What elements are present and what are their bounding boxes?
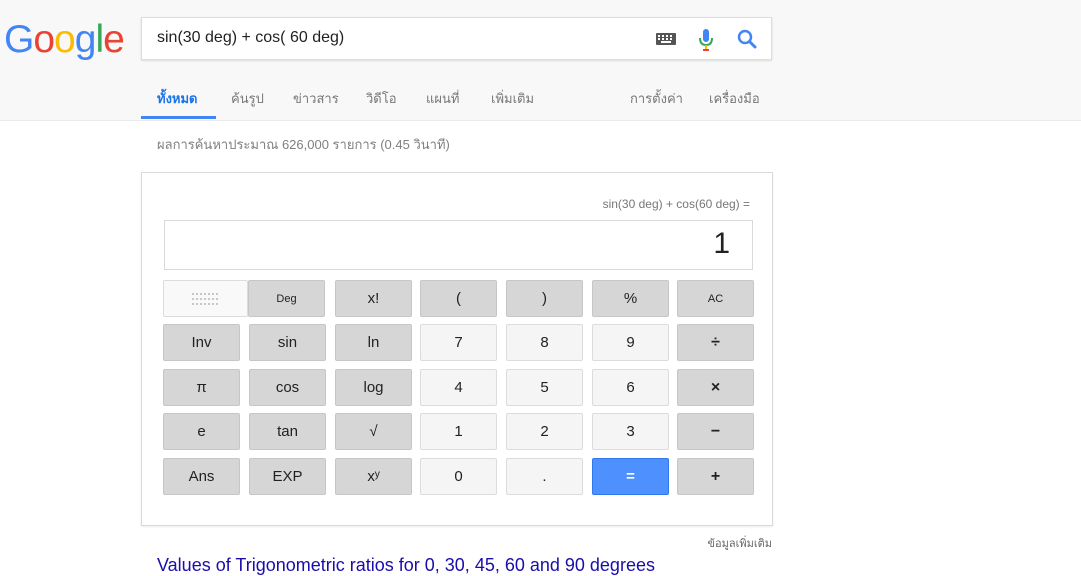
tab-videos[interactable]: วิดีโอ <box>366 88 397 109</box>
add-button[interactable]: + <box>677 458 754 495</box>
deg-button[interactable]: Deg <box>248 280 325 317</box>
inv-button[interactable]: Inv <box>163 324 240 361</box>
microphone-icon[interactable] <box>698 28 714 52</box>
tan-button[interactable]: tan <box>249 413 326 450</box>
logo-letter: G <box>4 18 34 61</box>
search-tabs: ทั้งหมด ค้นรูป ข่าวสาร วิดีโอ แผนที่ เพิ… <box>0 80 1081 120</box>
subtract-button[interactable]: − <box>677 413 754 450</box>
header-bar: Google ทั้งหมด ค้นรูป ข่าวสาร วิดีโอ แผน… <box>0 0 1081 121</box>
tab-settings[interactable]: การตั้งค่า <box>630 88 683 109</box>
exp-button[interactable]: EXP <box>249 458 326 495</box>
calculator-card: sin(30 deg) + cos(60 deg) = 1 Deg x! ( )… <box>141 172 773 526</box>
google-logo[interactable]: Google <box>4 18 125 62</box>
factorial-button[interactable]: x! <box>335 280 412 317</box>
tab-images[interactable]: ค้นรูป <box>231 88 264 109</box>
multiply-button[interactable]: × <box>677 369 754 406</box>
result-stats: ผลการค้นหาประมาณ 626,000 รายการ (0.45 วิ… <box>157 137 450 152</box>
decimal-button[interactable]: . <box>506 458 583 495</box>
keyboard-icon[interactable] <box>656 33 676 45</box>
sqrt-button[interactable]: √ <box>335 413 412 450</box>
active-tab-indicator <box>141 116 216 119</box>
logo-letter: l <box>95 18 104 61</box>
rad-dots-icon <box>191 292 218 305</box>
logo-letter: e <box>103 18 125 61</box>
logo-letter: o <box>33 18 55 61</box>
digit-3-button[interactable]: 3 <box>592 413 669 450</box>
log-button[interactable]: log <box>335 369 412 406</box>
divide-button[interactable]: ÷ <box>677 324 754 361</box>
tab-more[interactable]: เพิ่มเติม <box>491 88 534 109</box>
digit-2-button[interactable]: 2 <box>506 413 583 450</box>
tab-tools[interactable]: เครื่องมือ <box>709 88 760 109</box>
digit-6-button[interactable]: 6 <box>592 369 669 406</box>
digit-5-button[interactable]: 5 <box>506 369 583 406</box>
logo-letter: g <box>74 18 97 61</box>
digit-1-button[interactable]: 1 <box>420 413 497 450</box>
ln-button[interactable]: ln <box>335 324 412 361</box>
logo-letter: o <box>54 18 76 61</box>
tab-news[interactable]: ข่าวสาร <box>293 88 339 109</box>
calculator-display: 1 <box>164 220 753 270</box>
clear-button[interactable]: AC <box>677 280 754 317</box>
digit-8-button[interactable]: 8 <box>506 324 583 361</box>
search-box[interactable] <box>141 17 772 60</box>
e-button[interactable]: e <box>163 413 240 450</box>
rad-button[interactable] <box>163 280 248 317</box>
search-result-link[interactable]: Values of Trigonometric ratios for 0, 30… <box>157 555 655 576</box>
digit-0-button[interactable]: 0 <box>420 458 497 495</box>
search-input[interactable] <box>157 29 637 47</box>
tab-maps[interactable]: แผนที่ <box>426 88 459 109</box>
digit-9-button[interactable]: 9 <box>592 324 669 361</box>
equals-button[interactable]: = <box>592 458 669 495</box>
more-info-link[interactable]: ข้อมูลเพิ่มเติม <box>707 534 772 552</box>
calculator-expression: sin(30 deg) + cos(60 deg) = <box>602 197 750 211</box>
cos-button[interactable]: cos <box>249 369 326 406</box>
sin-button[interactable]: sin <box>249 324 326 361</box>
digit-4-button[interactable]: 4 <box>420 369 497 406</box>
digit-7-button[interactable]: 7 <box>420 324 497 361</box>
pi-button[interactable]: π <box>163 369 240 406</box>
calculator-result: 1 <box>713 227 730 260</box>
ans-button[interactable]: Ans <box>163 458 240 495</box>
percent-button[interactable]: % <box>592 280 669 317</box>
search-icon[interactable] <box>736 28 758 50</box>
power-button[interactable]: xʸ <box>335 458 412 495</box>
close-paren-button[interactable]: ) <box>506 280 583 317</box>
open-paren-button[interactable]: ( <box>420 280 497 317</box>
tab-all[interactable]: ทั้งหมด <box>157 88 198 109</box>
